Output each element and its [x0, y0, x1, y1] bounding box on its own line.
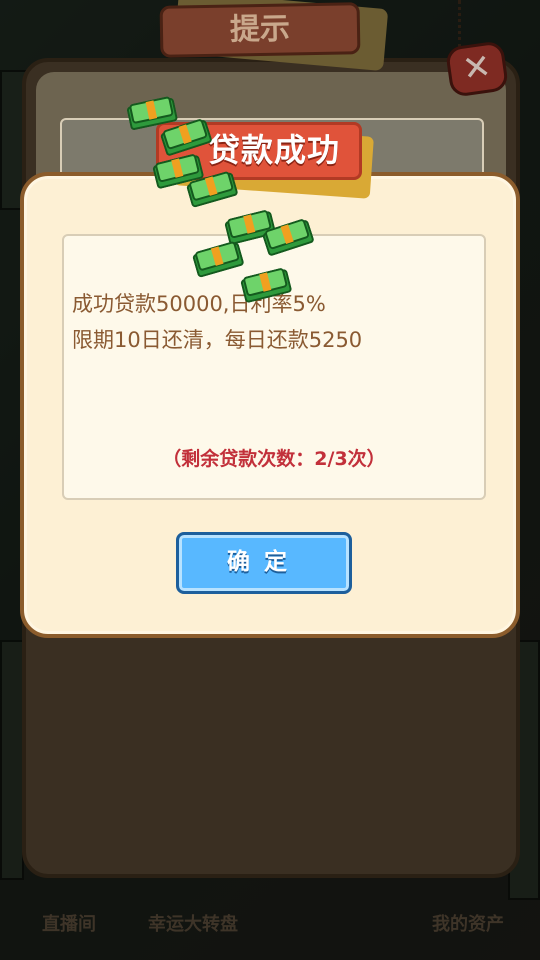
remaining-loans-text: （剩余贷款次数：2/3次） [162, 448, 386, 470]
nav-lucky-wheel[interactable]: 幸运大转盘 [148, 910, 238, 936]
nav-my-assets[interactable]: 我的资产 [432, 910, 504, 936]
chain-decoration [458, 0, 468, 48]
close-button[interactable]: ✕ [444, 40, 510, 98]
confirm-button[interactable]: 确定 [176, 532, 352, 594]
back-dialog-title: 提示 [159, 2, 361, 58]
close-icon: ✕ [459, 46, 494, 90]
loan-message-line2: 限期10日还清，每日还款5250 [72, 328, 363, 352]
nav-live-room[interactable]: 直播间 [42, 910, 96, 936]
